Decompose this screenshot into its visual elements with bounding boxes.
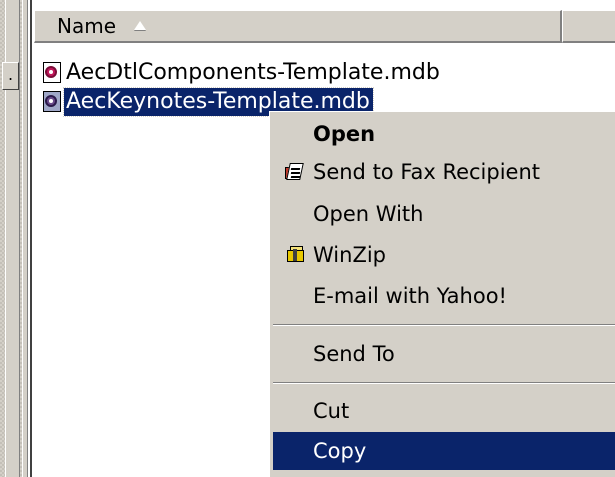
winzip-icon xyxy=(285,245,307,265)
menu-item-send-to-fax[interactable]: Send to Fax Recipient xyxy=(273,153,615,191)
access-database-icon xyxy=(40,62,64,84)
menu-item-open[interactable]: Open xyxy=(273,115,615,153)
folder-tree-pane: . xyxy=(0,0,22,477)
menu-item-label: Send To xyxy=(313,342,395,366)
menu-item-email-yahoo[interactable]: E-mail with Yahoo! xyxy=(273,277,615,315)
menu-item-winzip[interactable]: WinZip xyxy=(273,236,615,274)
access-database-icon xyxy=(40,91,64,113)
tree-expand-button[interactable]: . xyxy=(2,62,19,90)
column-header-next[interactable] xyxy=(562,10,615,43)
menu-item-cut[interactable]: Cut xyxy=(273,392,615,430)
menu-separator xyxy=(273,324,615,326)
menu-item-send-to[interactable]: Send To xyxy=(273,335,615,373)
menu-item-label: Copy xyxy=(313,439,367,463)
sort-ascending-icon xyxy=(134,21,147,30)
file-row[interactable]: AecDtlComponents-Template.mdb xyxy=(40,58,443,88)
pane-splitter[interactable] xyxy=(22,0,28,477)
menu-item-label: WinZip xyxy=(313,243,386,267)
menu-item-label: E-mail with Yahoo! xyxy=(313,284,507,308)
menu-item-label: Send to Fax Recipient xyxy=(313,160,541,184)
menu-separator xyxy=(273,382,615,384)
file-name: AecDtlComponents-Template.mdb xyxy=(66,60,440,85)
context-menu: Open Send to Fax Recipient Open With Win… xyxy=(269,111,615,477)
menu-item-label: Cut xyxy=(313,399,350,423)
menu-item-copy[interactable]: Copy xyxy=(273,432,615,470)
explorer-window: . Name AecDtlComponents-Template.mdb Aec… xyxy=(0,0,615,477)
column-header-name[interactable]: Name xyxy=(34,10,562,43)
fax-recipient-icon xyxy=(285,162,307,182)
menu-item-label: Open With xyxy=(313,202,424,226)
menu-item-label: Open xyxy=(313,122,376,146)
menu-item-open-with[interactable]: Open With xyxy=(273,195,615,233)
column-header-label: Name xyxy=(57,14,117,38)
